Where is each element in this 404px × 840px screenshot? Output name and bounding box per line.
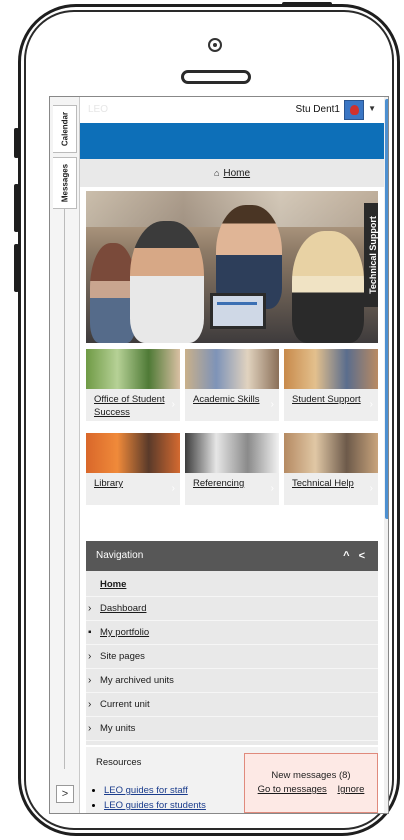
site-logo[interactable]: LEO xyxy=(88,104,108,115)
chevron-right-icon: › xyxy=(88,699,92,710)
tile-label: Student Support xyxy=(284,389,378,421)
page-content: LEO Stu Dent1 ▼ ⌂Home Technical Support xyxy=(80,97,384,813)
tile-academic-skills[interactable]: Academic Skills › xyxy=(185,349,279,421)
tile-referencing[interactable]: Referencing › xyxy=(185,433,279,505)
tile-image xyxy=(185,349,279,389)
breadcrumb-home-link[interactable]: Home xyxy=(223,168,250,179)
tile-label: Referencing xyxy=(185,473,279,505)
page-header-band xyxy=(80,123,384,159)
new-messages-actions: Go to messages Ignore xyxy=(245,784,377,795)
user-menu-caret-icon[interactable]: ▼ xyxy=(368,104,376,113)
go-to-messages-link[interactable]: Go to messages xyxy=(258,784,327,795)
chevron-right-icon: › xyxy=(270,483,274,494)
navigation-title: Navigation xyxy=(96,550,144,561)
nav-item-current-unit[interactable]: › Current unit xyxy=(86,693,378,717)
tile-label: Library xyxy=(86,473,180,505)
ignore-link[interactable]: Ignore xyxy=(337,784,364,795)
tile-image xyxy=(86,349,180,389)
technical-support-tab[interactable]: Technical Support xyxy=(364,203,378,307)
tile-office-of-student-success[interactable]: Office of Student Success › xyxy=(86,349,180,421)
tile-image xyxy=(86,433,180,473)
chevron-right-icon: › xyxy=(88,675,92,686)
navigation-block: Navigation ^ < Home › Dashboard ▪ My portf… xyxy=(86,541,378,745)
user-menu-name[interactable]: Stu Dent1 xyxy=(296,104,340,115)
phone-screen: Calendar Messages > LEO Stu Dent1 ▼ ⌂ Hom… xyxy=(49,96,389,814)
new-messages-text: New messages (8) xyxy=(271,770,351,781)
chevron-right-icon: › xyxy=(88,651,92,662)
bullet-icon: ▪ xyxy=(88,627,92,638)
resource-link-staff[interactable]: LEO guides for staff xyxy=(104,785,206,800)
chevron-right-icon: › xyxy=(369,483,373,494)
block-drawer: Calendar Messages > xyxy=(50,97,80,813)
phone-mockup: Calendar Messages > LEO Stu Dent1 ▼ ⌂ Hom… xyxy=(0,0,404,840)
front-camera xyxy=(208,38,222,52)
tile-label: Office of Student Success xyxy=(86,389,180,421)
technical-support-label: Technical Support xyxy=(368,216,378,294)
resources-title: Resources xyxy=(96,757,142,768)
expand-drawer-button[interactable]: > xyxy=(56,785,74,803)
hero-person-right xyxy=(292,231,364,343)
tab-messages[interactable]: Messages xyxy=(53,157,77,209)
nav-item-my-portfolio[interactable]: ▪ My portfolio xyxy=(86,621,378,645)
breadcrumb: ⌂ Home xyxy=(80,159,384,187)
nav-item-my-units[interactable]: › My units xyxy=(86,717,378,741)
tile-image xyxy=(185,433,279,473)
hero-person-cap xyxy=(130,221,204,343)
new-messages-popup: New messages (8) Go to messages Ignore xyxy=(244,753,378,813)
tile-library[interactable]: Library › xyxy=(86,433,180,505)
top-navbar: LEO Stu Dent1 ▼ xyxy=(80,97,384,123)
chevron-right-icon: › xyxy=(171,483,175,494)
tab-messages-label: Messages xyxy=(60,163,69,203)
resource-link-students[interactable]: LEO guides for students xyxy=(104,800,206,813)
drawer-divider xyxy=(64,209,65,769)
chevron-right-icon: › xyxy=(171,399,175,410)
navigation-block-controls[interactable]: ^ < xyxy=(343,541,368,571)
scrollbar[interactable] xyxy=(384,97,388,813)
scrollbar-thumb[interactable] xyxy=(385,99,388,519)
resources-list: LEO guides for staff LEO guides for stud… xyxy=(104,785,206,813)
hero-laptop xyxy=(210,293,266,329)
user-avatar[interactable] xyxy=(344,100,364,120)
tile-image xyxy=(284,433,378,473)
tile-student-support[interactable]: Student Support › xyxy=(284,349,378,421)
tile-label: Academic Skills xyxy=(185,389,279,421)
tab-calendar-label: Calendar xyxy=(60,111,69,147)
tile-technical-help[interactable]: Technical Help › xyxy=(284,433,378,505)
nav-item-home[interactable]: Home xyxy=(86,573,378,597)
nav-item-dashboard[interactable]: › Dashboard xyxy=(86,597,378,621)
hero-image: Technical Support xyxy=(86,191,378,343)
tile-image xyxy=(284,349,378,389)
chevron-right-icon: › xyxy=(88,723,92,734)
nav-item-my-archived-units[interactable]: › My archived units xyxy=(86,669,378,693)
earpiece-speaker xyxy=(181,70,251,84)
navigation-list: Home › Dashboard ▪ My portfolio › Site page… xyxy=(86,571,378,745)
chevron-right-icon: › xyxy=(270,399,274,410)
tab-calendar[interactable]: Calendar xyxy=(53,105,77,153)
navigation-header: Navigation ^ < xyxy=(86,541,378,571)
nav-item-site-pages[interactable]: › Site pages xyxy=(86,645,378,669)
chevron-right-icon: › xyxy=(369,399,373,410)
tile-label: Technical Help xyxy=(284,473,378,505)
chevron-right-icon: › xyxy=(88,603,92,614)
home-icon: ⌂ xyxy=(213,168,220,178)
